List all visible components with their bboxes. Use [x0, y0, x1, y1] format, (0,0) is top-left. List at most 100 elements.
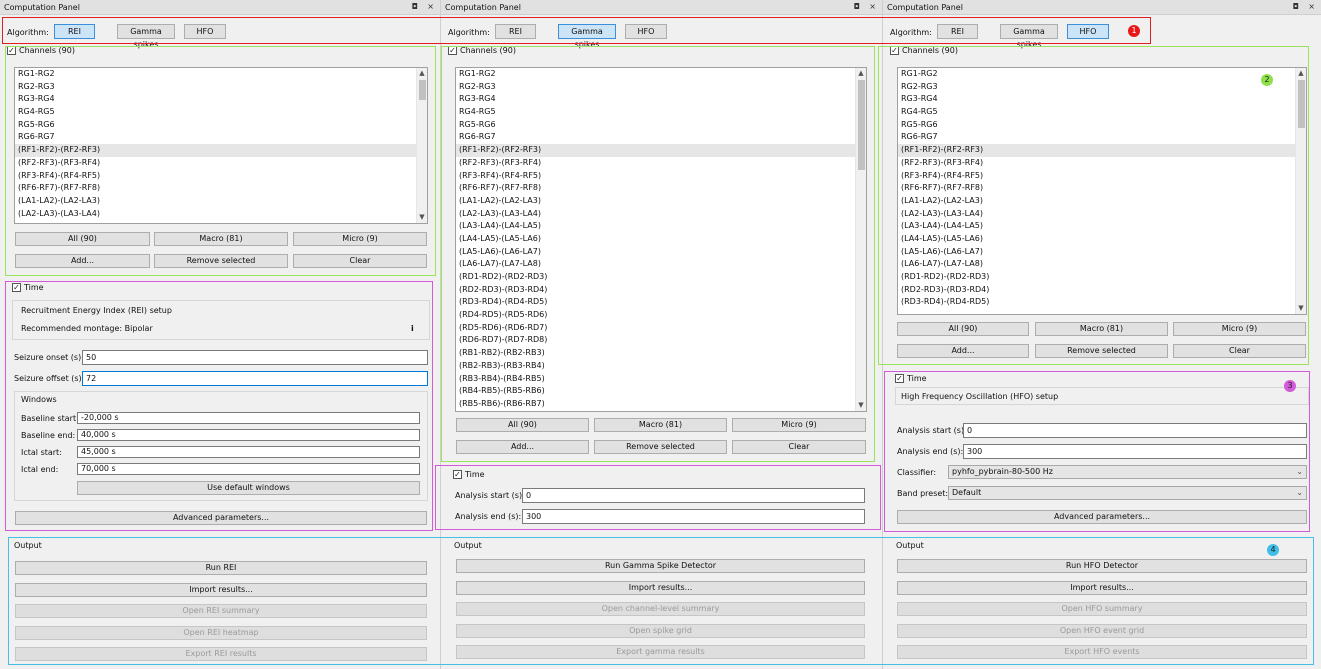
clear-button[interactable]: Clear — [293, 254, 427, 268]
checkbox-box[interactable]: ✓ — [448, 46, 457, 55]
list-item[interactable]: (LA1-LA2)-(LA2-LA3) — [898, 195, 1306, 208]
algorithm-button-gamma-spikes[interactable]: Gamma spikes — [117, 24, 175, 49]
list-item[interactable]: (LA4-LA5)-(LA5-LA6) — [456, 233, 866, 246]
list-item[interactable]: (RD3-RD4)-(RD4-RD5) — [456, 296, 866, 309]
end-input[interactable]: 72 — [82, 371, 428, 386]
checkbox-box[interactable]: ✓ — [12, 283, 21, 292]
algorithm-button-hfo[interactable]: HFO — [184, 24, 226, 39]
list-item[interactable]: (RF2-RF3)-(RF3-RF4) — [898, 157, 1306, 170]
window-spinbox[interactable]: 45,000 s — [77, 446, 420, 458]
list-item[interactable]: (RD1-RD2)-(RD2-RD3) — [898, 271, 1306, 284]
list-item[interactable]: RG6-RG7 — [15, 131, 427, 144]
channel-filter-button[interactable]: All (90) — [897, 322, 1029, 336]
channel-list[interactable]: RG1-RG2 RG2-RG3 RG3-RG4 RG4-RG5 RG5-RG6 RG6-R… — [897, 67, 1307, 315]
remove-selected-button[interactable]: Remove selected — [594, 440, 727, 454]
checkbox-box[interactable]: ✓ — [453, 470, 462, 479]
scroll-up-icon[interactable]: ▲ — [417, 68, 427, 79]
clear-button[interactable]: Clear — [732, 440, 866, 454]
list-item[interactable]: (RD1-RD2)-(RD2-RD3) — [456, 271, 866, 284]
scroll-thumb[interactable] — [858, 80, 865, 170]
scroll-up-icon[interactable]: ▲ — [856, 68, 866, 79]
use-default-windows-button[interactable]: Use default windows — [77, 481, 420, 495]
list-item[interactable]: (LA1-LA2)-(LA2-LA3) — [15, 195, 427, 208]
list-item[interactable]: (RF3-RF4)-(RF4-RF5) — [898, 170, 1306, 183]
start-input[interactable]: 0 — [963, 423, 1307, 438]
start-input[interactable]: 50 — [82, 350, 428, 365]
algorithm-button-rei[interactable]: REI — [54, 24, 95, 39]
list-item[interactable]: (RB5-RB6)-(RB6-RB7) — [456, 398, 866, 411]
list-item[interactable]: RG4-RG5 — [15, 106, 427, 119]
add-channel-button[interactable]: Add... — [15, 254, 150, 268]
list-item[interactable]: (RD5-RD6)-(RD6-RD7) — [456, 322, 866, 335]
list-item[interactable]: (RB2-RB3)-(RB3-RB4) — [456, 360, 866, 373]
algorithm-button-rei[interactable]: REI — [937, 24, 978, 39]
list-item[interactable]: (LA5-LA6)-(LA6-LA7) — [456, 246, 866, 259]
channel-filter-button[interactable]: Micro (9) — [732, 418, 866, 432]
channel-list-scrollbar[interactable]: ▲ ▼ — [1295, 68, 1306, 314]
scroll-up-icon[interactable]: ▲ — [1296, 68, 1306, 79]
channel-list[interactable]: RG1-RG2 RG2-RG3 RG3-RG4 RG4-RG5 RG5-RG6 RG6-R… — [14, 67, 428, 224]
list-item[interactable]: (RD6-RD7)-(RD7-RD8) — [456, 334, 866, 347]
scroll-down-icon[interactable]: ▼ — [1296, 303, 1306, 314]
algorithm-button-hfo[interactable]: HFO — [625, 24, 667, 39]
list-item[interactable]: (LA2-LA3)-(LA3-LA4) — [15, 208, 427, 221]
list-item[interactable]: (LA3-LA4)-(LA4-LA5) — [456, 220, 866, 233]
classifier-select[interactable]: pyhfo_pybrain-80-500 Hz ⌄ — [948, 465, 1307, 479]
list-item[interactable]: RG6-RG7 — [456, 131, 866, 144]
channel-filter-button[interactable]: All (90) — [15, 232, 150, 246]
algorithm-button-rei[interactable]: REI — [495, 24, 536, 39]
checkbox-box[interactable]: ✓ — [895, 374, 904, 383]
list-item[interactable]: RG2-RG3 — [456, 81, 866, 94]
channels-checkbox[interactable]: ✓ Channels (90) — [448, 46, 516, 55]
list-item[interactable]: RG4-RG5 — [456, 106, 866, 119]
scroll-down-icon[interactable]: ▼ — [417, 212, 427, 223]
chevron-down-icon[interactable]: ⌄ — [1296, 487, 1303, 499]
list-item[interactable]: (RF3-RF4)-(RF4-RF5) — [15, 170, 427, 183]
list-item[interactable]: RG2-RG3 — [15, 81, 427, 94]
channel-filter-button[interactable]: Macro (81) — [594, 418, 727, 432]
list-item[interactable]: (RF1-RF2)-(RF2-RF3) — [15, 144, 427, 157]
channel-list-scrollbar[interactable]: ▲ ▼ — [855, 68, 866, 411]
list-item[interactable]: (LA4-LA5)-(LA5-LA6) — [898, 233, 1306, 246]
output-button[interactable]: Import results... — [897, 580, 1307, 595]
channels-checkbox[interactable]: ✓ Channels (90) — [890, 46, 958, 55]
output-button[interactable]: Import results... — [456, 580, 865, 595]
list-item[interactable]: RG1-RG2 — [898, 68, 1306, 81]
list-item[interactable]: RG1-RG2 — [15, 68, 427, 81]
remove-selected-button[interactable]: Remove selected — [154, 254, 288, 268]
list-item[interactable]: RG3-RG4 — [15, 93, 427, 106]
checkbox-box[interactable]: ✓ — [7, 46, 16, 55]
window-spinbox[interactable]: 40,000 s — [77, 429, 420, 441]
list-item[interactable]: (RF6-RF7)-(RF7-RF8) — [898, 182, 1306, 195]
list-item[interactable]: (LA2-LA3)-(LA3-LA4) — [898, 208, 1306, 221]
float-icon[interactable]: ◘ — [1293, 2, 1299, 11]
info-icon[interactable]: i — [411, 324, 414, 333]
channel-list[interactable]: RG1-RG2 RG2-RG3 RG3-RG4 RG4-RG5 RG5-RG6 RG6-R… — [455, 67, 867, 412]
list-item[interactable]: (LA5-LA6)-(LA6-LA7) — [898, 246, 1306, 259]
list-item[interactable]: (RD3-RD4)-(RD4-RD5) — [898, 296, 1306, 309]
add-channel-button[interactable]: Add... — [456, 440, 589, 454]
float-icon[interactable]: ◘ — [854, 2, 860, 11]
list-item[interactable]: (RF6-RF7)-(RF7-RF8) — [456, 182, 866, 195]
channel-filter-button[interactable]: Micro (9) — [293, 232, 427, 246]
list-item[interactable]: RG5-RG6 — [15, 119, 427, 132]
output-button[interactable]: Run REI — [15, 561, 427, 575]
channel-filter-button[interactable]: Micro (9) — [1173, 322, 1306, 336]
output-button[interactable]: Run Gamma Spike Detector — [456, 559, 865, 573]
list-item[interactable]: RG3-RG4 — [456, 93, 866, 106]
close-icon[interactable]: × — [427, 2, 434, 11]
close-icon[interactable]: × — [869, 2, 876, 11]
list-item[interactable]: (RF2-RF3)-(RF3-RF4) — [456, 157, 866, 170]
time-checkbox[interactable]: ✓ Time — [453, 470, 485, 479]
scroll-thumb[interactable] — [1298, 80, 1305, 128]
list-item[interactable]: (RF1-RF2)-(RF2-RF3) — [456, 144, 866, 157]
list-item[interactable]: (RF3-RF4)-(RF4-RF5) — [456, 170, 866, 183]
channels-checkbox[interactable]: ✓ Channels (90) — [7, 46, 75, 55]
list-item[interactable]: RG6-RG7 — [898, 131, 1306, 144]
channel-filter-button[interactable]: Macro (81) — [154, 232, 288, 246]
list-item[interactable]: (RF6-RF7)-(RF7-RF8) — [15, 182, 427, 195]
close-icon[interactable]: × — [1308, 2, 1315, 11]
start-input[interactable]: 0 — [522, 488, 865, 503]
list-item[interactable]: (LA2-LA3)-(LA3-LA4) — [456, 208, 866, 221]
list-item[interactable]: RG4-RG5 — [898, 106, 1306, 119]
